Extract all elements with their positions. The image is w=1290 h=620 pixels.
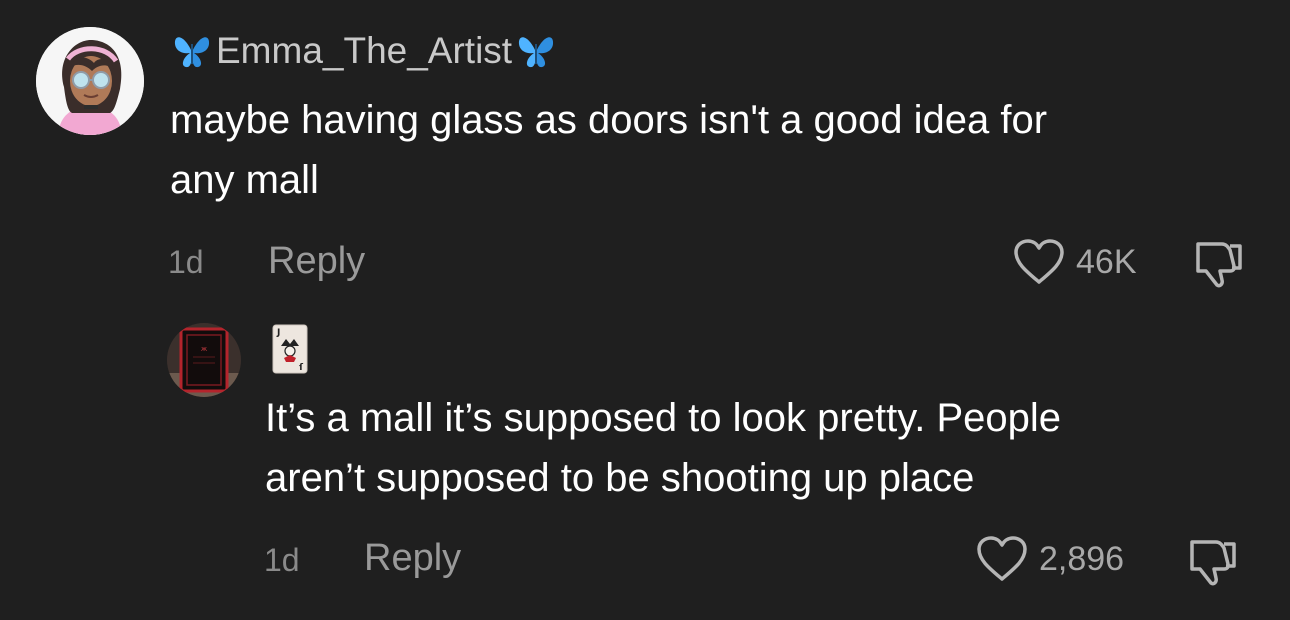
comment-item: Emma_The_Artist maybe having glass as do… bbox=[0, 0, 1290, 300]
like-count: 2,896 bbox=[1039, 539, 1125, 578]
svg-text:ſ: ſ bbox=[299, 363, 303, 373]
dislike-button[interactable] bbox=[1186, 536, 1240, 593]
blue-butterfly-icon bbox=[519, 37, 554, 68]
heart-icon bbox=[977, 536, 1027, 581]
comment-text: It’s a mall it’s supposed to look pretty… bbox=[265, 388, 1061, 508]
username[interactable]: Emma_The_Artist bbox=[216, 30, 512, 72]
reply-button[interactable]: Reply bbox=[364, 537, 461, 580]
reply-button[interactable]: Reply bbox=[268, 240, 365, 283]
svg-text:ж: ж bbox=[201, 345, 208, 353]
comment-text-line: maybe having glass as doors isn't a good… bbox=[170, 98, 1048, 142]
like-count: 46K bbox=[1076, 242, 1137, 281]
dark-book-avatar-icon: ж bbox=[167, 323, 241, 397]
comment-text: maybe having glass as doors isn't a good… bbox=[170, 90, 1047, 210]
cartoon-girl-avatar-icon bbox=[36, 27, 144, 135]
like-button[interactable]: 2,896 bbox=[975, 535, 1124, 583]
like-button[interactable]: 46K bbox=[1012, 238, 1137, 286]
username-row[interactable]: Emma_The_Artist bbox=[172, 30, 556, 72]
timestamp: 1d bbox=[264, 542, 300, 578]
avatar[interactable]: ж bbox=[167, 323, 241, 397]
thumbs-down-icon bbox=[1190, 540, 1236, 586]
comment-item: ж J ſ It’s a mall it’s supposed to look … bbox=[0, 300, 1290, 620]
comment-text-line: It’s a mall it’s supposed to look pretty… bbox=[265, 396, 1061, 440]
timestamp: 1d bbox=[168, 244, 204, 280]
dislike-button[interactable] bbox=[1192, 238, 1246, 295]
username-row[interactable]: J ſ bbox=[272, 324, 308, 379]
comment-text-line: aren’t supposed to be shooting up place bbox=[265, 456, 975, 500]
comment-text-line: any mall bbox=[170, 158, 319, 202]
svg-text:J: J bbox=[276, 328, 280, 338]
thumbs-down-icon bbox=[1196, 242, 1242, 288]
blue-butterfly-icon bbox=[174, 37, 210, 68]
joker-playing-card-icon: J ſ bbox=[272, 324, 308, 374]
heart-icon bbox=[1014, 239, 1064, 284]
avatar[interactable] bbox=[36, 27, 144, 135]
